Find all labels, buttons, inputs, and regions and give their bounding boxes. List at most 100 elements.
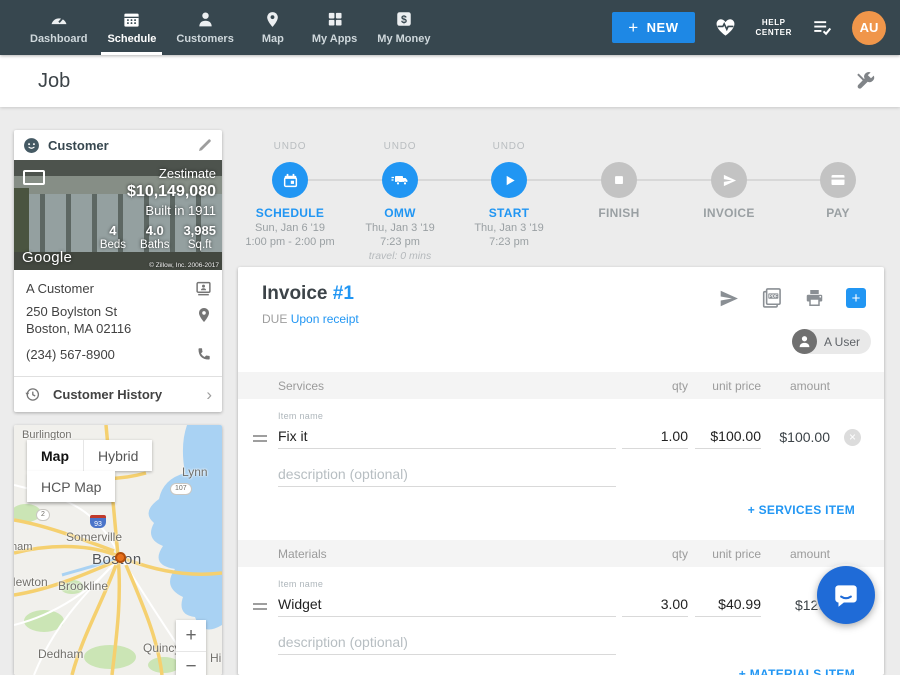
- credit-card-icon: [820, 162, 856, 198]
- nav-tab-schedule[interactable]: Schedule: [97, 0, 166, 55]
- material-description-input[interactable]: [278, 629, 616, 655]
- undo-link[interactable]: UNDO: [457, 141, 561, 152]
- drag-handle-icon[interactable]: [253, 435, 267, 445]
- col-amount: amount: [790, 379, 830, 393]
- map-type-hcp-button[interactable]: HCP Map: [27, 471, 115, 502]
- phone-icon[interactable]: [196, 346, 212, 363]
- map-label-dedham: Dedham: [38, 647, 83, 661]
- nav-tab-dashboard[interactable]: Dashboard: [20, 0, 97, 55]
- step-label: SCHEDULE: [238, 206, 342, 220]
- user-avatar[interactable]: AU: [852, 11, 886, 45]
- property-stats: 4 Beds 4.0 Baths 3,985 Sq.ft: [100, 223, 216, 252]
- zoom-out-button[interactable]: −: [176, 651, 206, 675]
- nav-tab-customers[interactable]: Customers: [166, 0, 243, 55]
- calendar-icon: [272, 162, 308, 198]
- col-unit-price: unit price: [712, 547, 761, 561]
- new-button-label: NEW: [647, 20, 679, 35]
- map-label-quincy: Quincy: [143, 641, 180, 655]
- nav-label: Dashboard: [30, 33, 87, 45]
- top-nav: Dashboard Schedule Customers Map: [0, 0, 900, 55]
- step-label: PAY: [786, 206, 890, 220]
- print-icon[interactable]: [804, 288, 825, 308]
- add-materials-item-link[interactable]: + MATERIALS ITEM: [739, 667, 855, 675]
- zestimate-label: Zestimate: [100, 166, 216, 182]
- add-services-item-link[interactable]: + SERVICES ITEM: [748, 503, 855, 517]
- primary-nav: Dashboard Schedule Customers Map: [20, 0, 440, 55]
- contact-card-icon[interactable]: [195, 280, 212, 297]
- assignee-chip[interactable]: A User: [792, 329, 871, 354]
- nav-tab-my-money[interactable]: $ My Money: [367, 0, 440, 55]
- customer-history-row[interactable]: Customer History ›: [14, 377, 222, 412]
- chat-bubble-icon: [831, 580, 861, 610]
- service-qty-input[interactable]: [622, 423, 688, 449]
- customer-card-header: Customer: [14, 130, 222, 160]
- add-invoice-icon[interactable]: +: [846, 288, 866, 308]
- step-date: Thu, Jan 3 '19: [447, 222, 571, 234]
- stat-value: 4.0: [140, 223, 169, 238]
- materials-header-band: Materials qty unit price amount: [238, 540, 884, 567]
- delete-item-icon[interactable]: ×: [844, 429, 861, 446]
- step-date: Sun, Jan 6 '19: [228, 222, 352, 234]
- map-type-sub-row: HCP Map: [27, 471, 115, 502]
- assignee-name: A User: [824, 335, 860, 349]
- chevron-right-icon: ›: [206, 386, 212, 403]
- assignee-avatar-icon: [792, 329, 817, 354]
- nav-tab-my-apps[interactable]: My Apps: [302, 0, 367, 55]
- workflow-connector: [290, 179, 838, 181]
- zoom-in-button[interactable]: +: [176, 620, 206, 651]
- task-list-icon[interactable]: [811, 18, 833, 37]
- step-time: 7:23 pm: [447, 236, 571, 248]
- nav-label: Customers: [176, 33, 233, 45]
- location-pin-icon[interactable]: [196, 306, 212, 337]
- service-item-name-input[interactable]: [278, 423, 616, 449]
- material-unit-price-input[interactable]: [695, 591, 761, 617]
- send-invoice-icon[interactable]: [718, 289, 740, 308]
- material-item-name-input[interactable]: [278, 591, 616, 617]
- service-amount: $100.00: [779, 429, 830, 445]
- chat-launcher-button[interactable]: [817, 566, 875, 624]
- play-icon: [491, 162, 527, 198]
- step-label: OMW: [348, 206, 452, 220]
- due-label: DUE: [262, 312, 287, 326]
- job-tools-icon[interactable]: [854, 70, 876, 92]
- stat-label: Baths: [140, 238, 169, 252]
- customer-card-title: Customer: [48, 138, 197, 153]
- street-view-icon[interactable]: [23, 170, 45, 185]
- map-label-hingham: Hi: [210, 651, 221, 665]
- map-label-somerville: Somerville: [66, 530, 122, 544]
- map-label-lynn: Lynn: [182, 465, 208, 479]
- job-workflow: UNDO SCHEDULE Sun, Jan 6 '19 1:00 pm - 2…: [238, 125, 884, 267]
- customer-face-icon: [23, 137, 40, 154]
- health-pulse-icon[interactable]: [714, 17, 737, 38]
- pdf-icon[interactable]: PDF: [761, 287, 783, 309]
- service-description-input[interactable]: [278, 461, 616, 487]
- item-name-label: Item name: [278, 411, 323, 421]
- step-time: 1:00 pm - 2:00 pm: [228, 236, 352, 248]
- stat-value: 3,985: [183, 223, 216, 238]
- nav-label: Map: [262, 33, 284, 45]
- map-type-row: Map Hybrid: [27, 440, 152, 471]
- new-button[interactable]: + NEW: [612, 12, 694, 43]
- property-photo: Zestimate $10,149,080 Built in 1911 4 Be…: [14, 160, 222, 270]
- step-label: INVOICE: [677, 206, 781, 220]
- step-travel-note: travel: 0 mins: [338, 250, 462, 262]
- send-icon: [711, 162, 747, 198]
- service-unit-price-input[interactable]: [695, 423, 761, 449]
- undo-link[interactable]: UNDO: [348, 141, 452, 152]
- undo-link[interactable]: UNDO: [238, 141, 342, 152]
- map-type-hybrid-button[interactable]: Hybrid: [83, 440, 152, 471]
- nav-tab-map[interactable]: Map: [244, 0, 302, 55]
- map-type-map-button[interactable]: Map: [27, 440, 83, 471]
- help-center-button[interactable]: HELP CENTER: [756, 18, 793, 38]
- page-title: Job: [38, 70, 70, 93]
- customer-address: 250 Boylston St Boston, MA 02116: [26, 303, 131, 337]
- material-qty-input[interactable]: [622, 591, 688, 617]
- apps-grid-icon: [326, 8, 344, 30]
- job-location-marker[interactable]: [115, 552, 126, 563]
- due-terms-link[interactable]: Upon receipt: [291, 312, 359, 326]
- edit-pencil-icon[interactable]: [197, 137, 213, 153]
- job-page: Dashboard Schedule Customers Map: [0, 0, 900, 675]
- map-type-control: Map Hybrid HCP Map: [27, 440, 152, 502]
- zillow-attribution: © Zillow, Inc. 2006-2017: [149, 262, 219, 269]
- drag-handle-icon[interactable]: [253, 603, 267, 613]
